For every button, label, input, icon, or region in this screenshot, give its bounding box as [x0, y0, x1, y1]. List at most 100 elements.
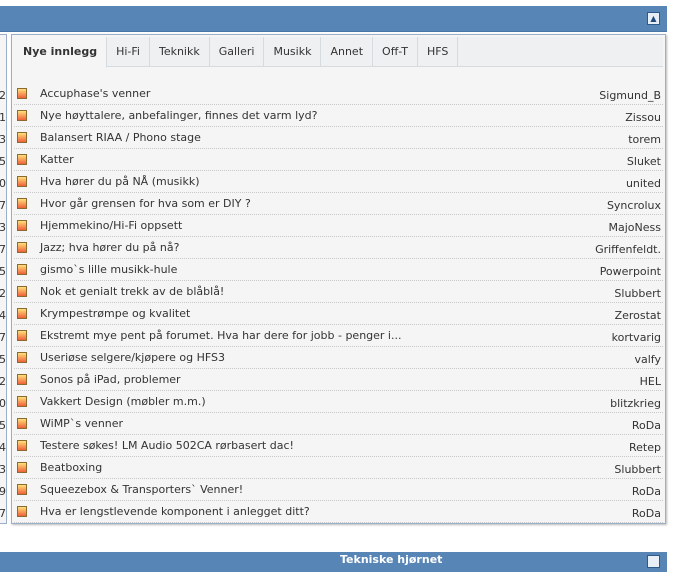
recent-posts-panel: Nye innlegg Hi-Fi Teknikk Galleri Musikk Anne…: [11, 34, 666, 524]
thread-title-link[interactable]: gismo`s lille musikk-hule: [40, 263, 177, 276]
thread-title-link[interactable]: Krympestrømpe og kvalitet: [40, 307, 190, 320]
count-clipped: 0: [0, 177, 6, 190]
thread-row: Hva hører du på NÅ (musikk) united: [14, 171, 663, 193]
thread-title-link[interactable]: Sonos på iPad, problemer: [40, 373, 181, 386]
thread-author-link[interactable]: Sigmund_B: [599, 89, 661, 102]
thread-title-link[interactable]: Nok et genialt trekk av de blåblå!: [40, 285, 224, 298]
count-clipped: 5: [0, 419, 6, 432]
thread-author-link[interactable]: Griffenfeldt.: [595, 243, 661, 256]
thread-icon: [17, 462, 27, 473]
thread-title-link[interactable]: Testere søkes! LM Audio 502CA rørbasert …: [40, 439, 294, 452]
thread-icon: [17, 506, 27, 517]
thread-row: Hva er lengstlevende komponent i anlegge…: [14, 501, 663, 523]
count-clipped: 3: [0, 463, 6, 476]
thread-author-link[interactable]: Powerpoint: [600, 265, 661, 278]
count-clipped: 4: [0, 309, 6, 322]
thread-icon: [17, 330, 27, 341]
tab-off-t[interactable]: Off-T: [373, 37, 418, 66]
count-clipped: 5: [0, 353, 6, 366]
count-clipped: 2: [0, 287, 6, 300]
thread-row: Accuphase's venner Sigmund_B: [14, 83, 663, 105]
count-clipped: 0: [0, 397, 6, 410]
thread-title-link[interactable]: WiMP`s venner: [40, 417, 123, 430]
thread-author-link[interactable]: united: [626, 177, 661, 190]
thread-title-link[interactable]: Squeezebox & Transporters` Venner!: [40, 483, 243, 496]
thread-icon: [17, 396, 27, 407]
count-clipped: 7: [0, 243, 6, 256]
thread-list: Accuphase's venner Sigmund_B Nye høyttaler…: [12, 83, 663, 523]
tab-bar: Nye innlegg Hi-Fi Teknikk Galleri Musikk Anne…: [14, 37, 663, 68]
thread-icon: [17, 484, 27, 495]
thread-icon: [17, 308, 27, 319]
thread-row: Sonos på iPad, problemer HEL: [14, 369, 663, 391]
thread-author-link[interactable]: Sluket: [627, 155, 661, 168]
collapse-icon[interactable]: ▲: [647, 12, 660, 25]
thread-title-link[interactable]: Hjemmekino/Hi-Fi oppsett: [40, 219, 182, 232]
count-clipped: 5: [0, 265, 6, 278]
tab-annet[interactable]: Annet: [321, 37, 374, 66]
thread-icon: [17, 198, 27, 209]
thread-title-link[interactable]: Hva er lengstlevende komponent i anlegge…: [40, 505, 310, 518]
thread-title-link[interactable]: Hva hører du på NÅ (musikk): [40, 175, 200, 188]
thread-title-link[interactable]: Ekstremt mye pent på forumet. Hva har de…: [40, 329, 401, 342]
thread-author-link[interactable]: Zerostat: [615, 309, 661, 322]
thread-icon: [17, 374, 27, 385]
thread-author-link[interactable]: Retep: [629, 441, 661, 454]
count-clipped: 7: [0, 199, 6, 212]
thread-title-link[interactable]: Hvor går grensen for hva som er DIY ?: [40, 197, 251, 210]
thread-author-link[interactable]: MajoNess: [609, 221, 661, 234]
thread-title-link[interactable]: Accuphase's venner: [40, 87, 150, 100]
thread-row: Nok et genialt trekk av de blåblå! Slubbe…: [14, 281, 663, 303]
thread-icon: [17, 418, 27, 429]
thread-row: Katter Sluket: [14, 149, 663, 171]
thread-icon: [17, 154, 27, 165]
thread-title-link[interactable]: Balansert RIAA / Phono stage: [40, 131, 201, 144]
thread-icon: [17, 352, 27, 363]
thread-author-link[interactable]: RoDa: [632, 507, 661, 520]
thread-author-link[interactable]: Slubbert: [614, 463, 661, 476]
count-clipped: 1: [0, 111, 6, 124]
thread-icon: [17, 132, 27, 143]
tab-teknikk[interactable]: Teknikk: [150, 37, 210, 66]
thread-title-link[interactable]: Katter: [40, 153, 74, 166]
thread-row: Squeezebox & Transporters` Venner! RoDa: [14, 479, 663, 501]
thread-row: WiMP`s venner RoDa: [14, 413, 663, 435]
thread-icon: [17, 440, 27, 451]
thread-row: Useriøse selgere/kjøpere og HFS3 valfy: [14, 347, 663, 369]
thread-title-link[interactable]: Beatboxing: [40, 461, 102, 474]
count-clipped: 3: [0, 133, 6, 146]
thread-author-link[interactable]: RoDa: [632, 419, 661, 432]
thread-author-link[interactable]: Syncrolux: [607, 199, 661, 212]
tab-hi-fi[interactable]: Hi-Fi: [107, 37, 150, 66]
thread-author-link[interactable]: kortvarig: [612, 331, 661, 344]
thread-author-link[interactable]: torem: [628, 133, 661, 146]
thread-author-link[interactable]: Zissou: [625, 111, 661, 124]
count-clipped: 3: [0, 221, 6, 234]
thread-title-link[interactable]: Jazz; hva hører du på nå?: [40, 241, 179, 254]
tab-galleri[interactable]: Galleri: [210, 37, 265, 66]
thread-row: Krympestrømpe og kvalitet Zerostat: [14, 303, 663, 325]
thread-author-link[interactable]: HEL: [640, 375, 661, 388]
count-clipped: 9: [0, 485, 6, 498]
tab-musikk[interactable]: Musikk: [264, 37, 322, 66]
tab-nye-innlegg[interactable]: Nye innlegg: [14, 37, 108, 68]
count-clipped: 5: [0, 155, 6, 168]
count-clipped: 4: [0, 441, 6, 454]
thread-title-link[interactable]: Nye høyttalere, anbefalinger, finnes det…: [40, 109, 317, 122]
thread-row: Ekstremt mye pent på forumet. Hva har de…: [14, 325, 663, 347]
thread-icon: [17, 264, 27, 275]
tab-hfs[interactable]: HFS: [418, 37, 459, 66]
thread-title-link[interactable]: Useriøse selgere/kjøpere og HFS3: [40, 351, 225, 364]
thread-row: gismo`s lille musikk-hule Powerpoint: [14, 259, 663, 281]
count-clipped: 2: [0, 89, 6, 102]
thread-author-link[interactable]: valfy: [635, 353, 662, 366]
thread-row: Nye høyttalere, anbefalinger, finnes det…: [14, 105, 663, 127]
thread-author-link[interactable]: Slubbert: [614, 287, 661, 300]
thread-author-link[interactable]: blitzkrieg: [610, 397, 661, 410]
thread-author-link[interactable]: RoDa: [632, 485, 661, 498]
thread-title-link[interactable]: Vakkert Design (møbler m.m.): [40, 395, 206, 408]
next-section-header: Tekniske hjørnet: [0, 552, 667, 572]
count-clipped: 2: [0, 375, 6, 388]
thread-icon: [17, 220, 27, 231]
next-section-title: Tekniske hjørnet: [340, 553, 443, 566]
